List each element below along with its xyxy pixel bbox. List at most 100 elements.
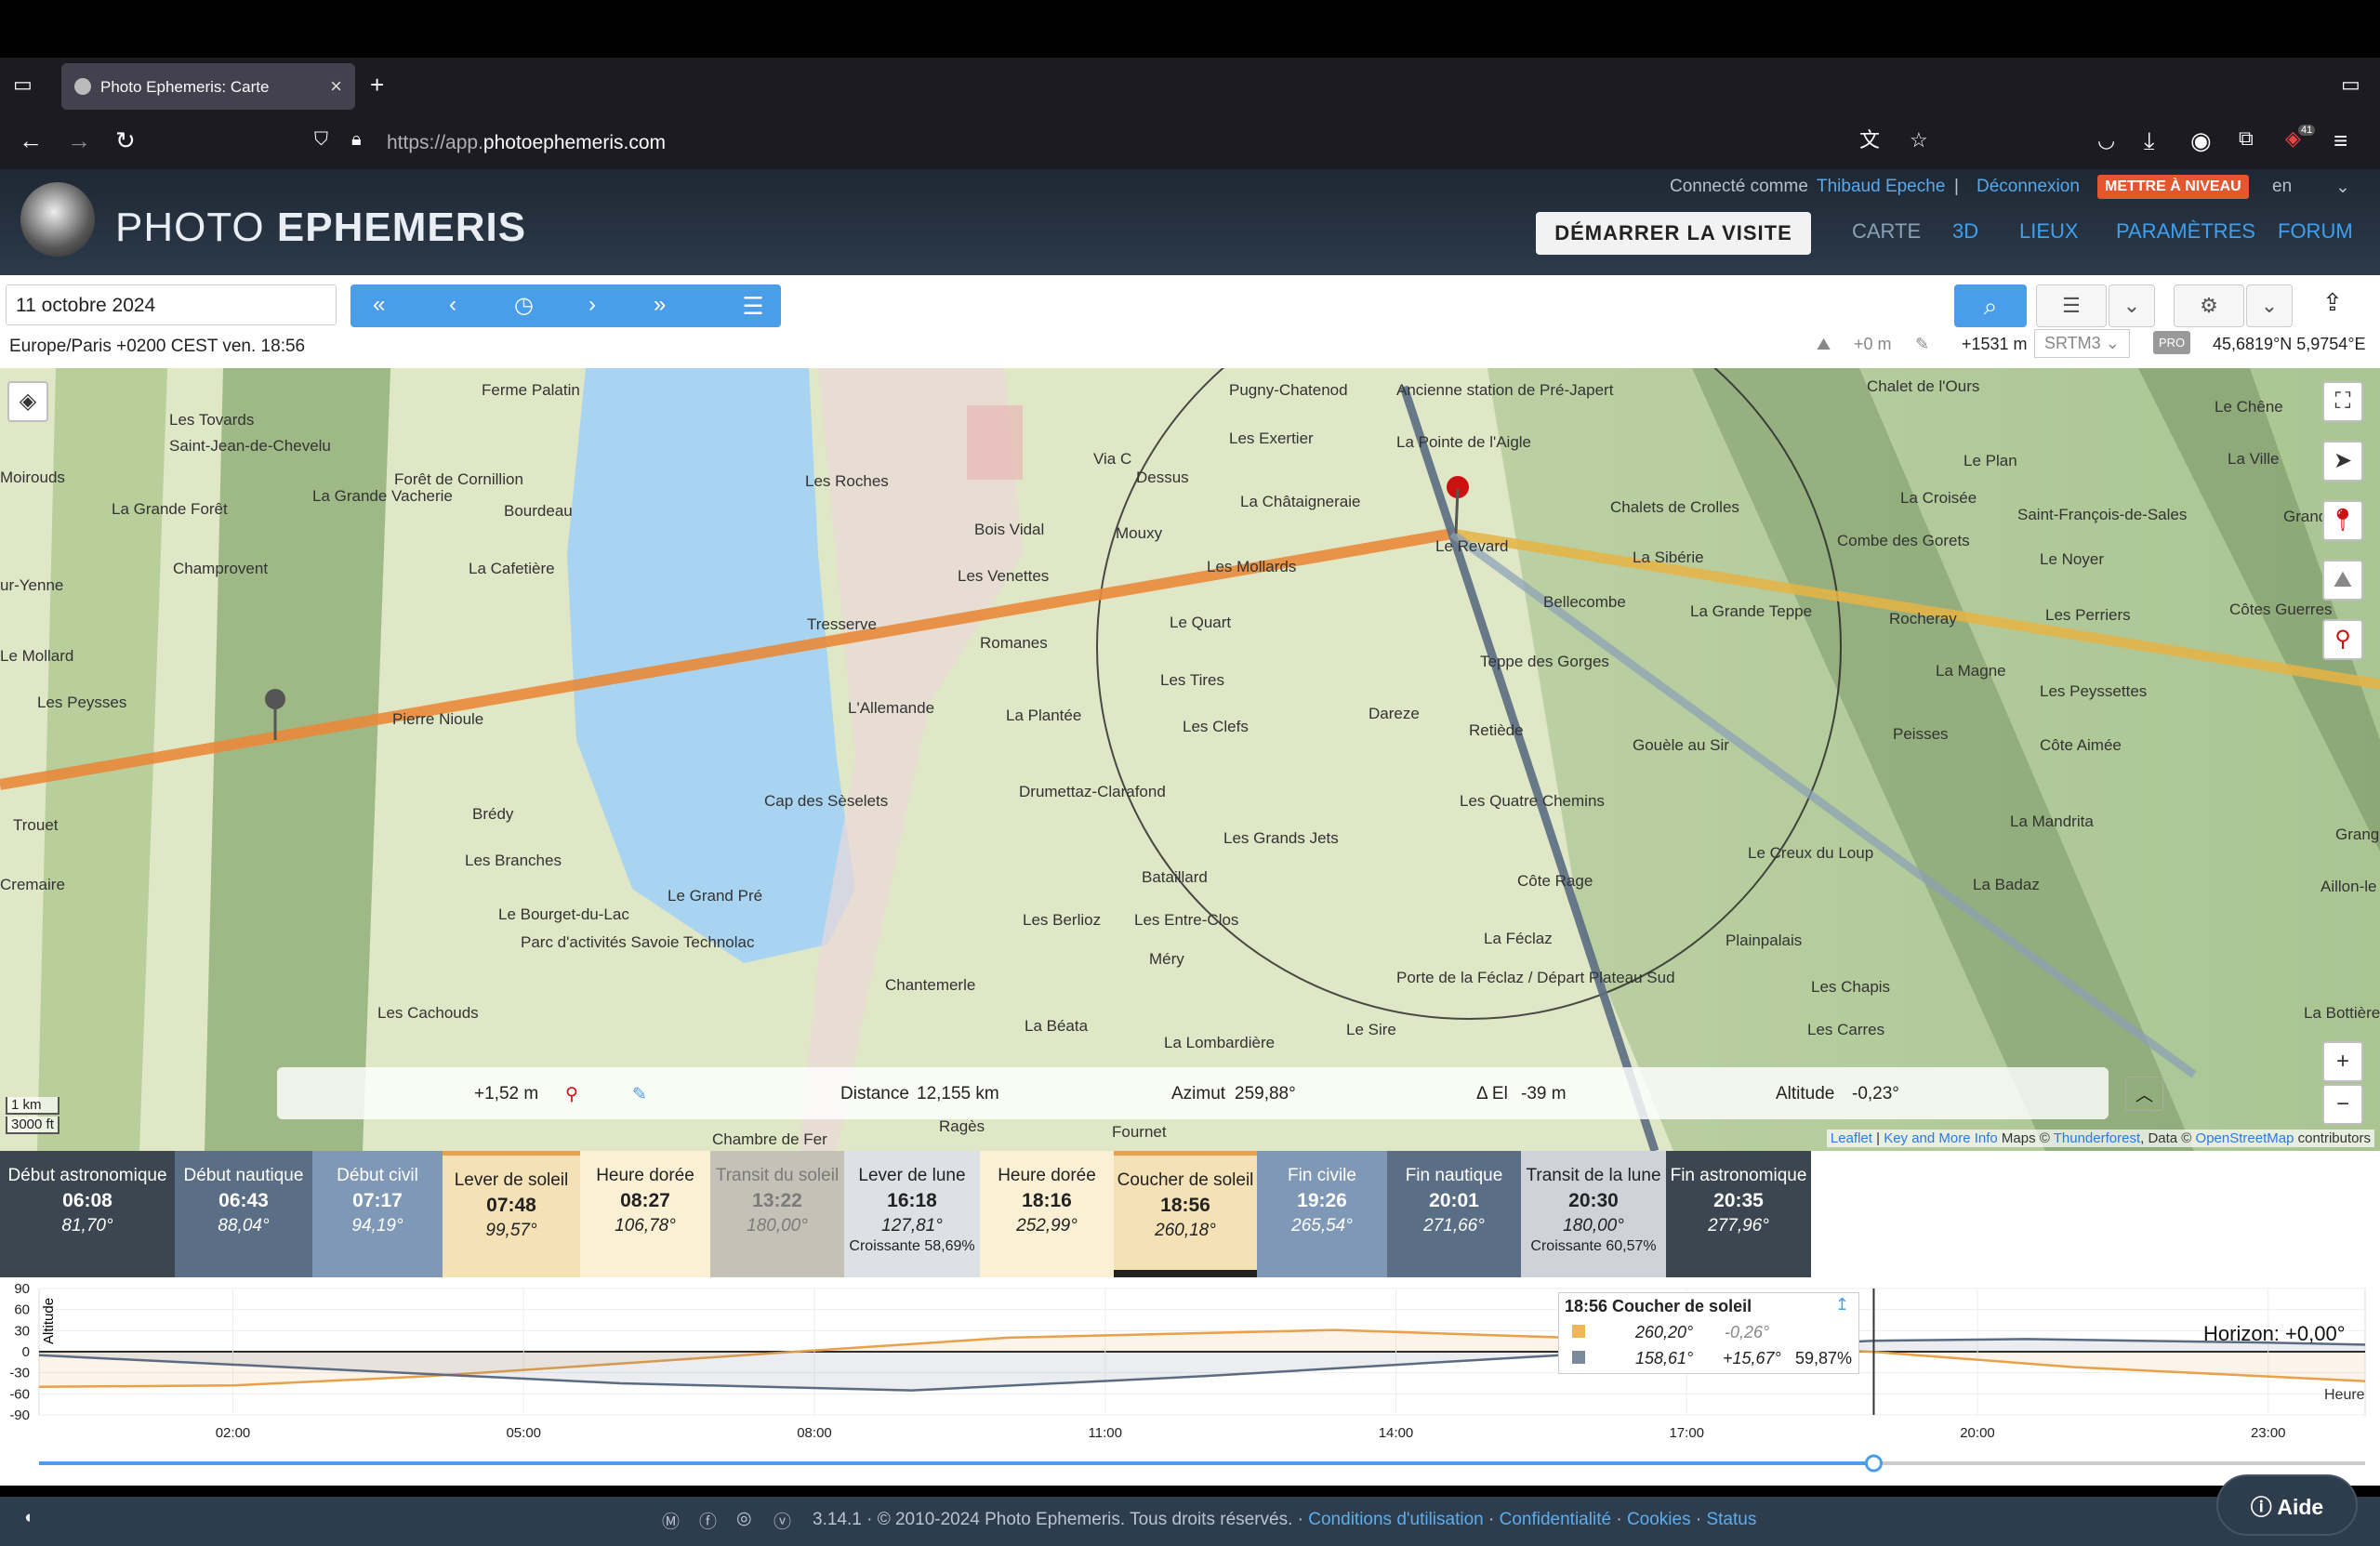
logout-link[interactable]: Déconnexion bbox=[1977, 177, 2080, 197]
event-tile[interactable]: Transit du soleil 13:22 180,00° bbox=[710, 1151, 844, 1277]
sun-swatch bbox=[1572, 1325, 1585, 1338]
shield-icon[interactable]: ⛉ bbox=[314, 130, 328, 149]
instagram-icon[interactable]: ◎ bbox=[736, 1508, 752, 1529]
pin-pair-icon: ⚲ bbox=[565, 1085, 578, 1104]
thunderforest-link[interactable]: Thunderforest bbox=[2054, 1130, 2140, 1146]
key-info-link[interactable]: Key and More Info bbox=[1884, 1130, 1998, 1146]
browser-tab-active[interactable]: Photo Ephemeris: Carte × bbox=[61, 63, 355, 110]
chevron-down-icon[interactable]: ⌄ bbox=[2335, 177, 2350, 198]
nav-parametres[interactable]: PARAMÈTRES bbox=[2116, 219, 2255, 244]
extensions-icon[interactable]: ⧉ bbox=[2239, 128, 2254, 149]
edit-icon[interactable]: ✎ bbox=[632, 1084, 647, 1105]
help-icon: ⓘ bbox=[2250, 1495, 2278, 1519]
leaflet-link[interactable]: Leaflet bbox=[1831, 1130, 1872, 1146]
edit-pencil-icon[interactable]: ✎ bbox=[1915, 335, 1929, 354]
red-pin-icon[interactable]: 📍︎ bbox=[2322, 500, 2363, 541]
url-text[interactable]: https://app.photoephemeris.com bbox=[387, 132, 666, 154]
bookmark-star-icon[interactable]: ☆ bbox=[1910, 130, 1928, 151]
zoom-out-icon[interactable]: − bbox=[2322, 1084, 2363, 1125]
chevron-right-icon[interactable]: › bbox=[588, 292, 596, 318]
vimeo-icon[interactable]: ⓥ bbox=[774, 1508, 791, 1533]
layers-dropdown-icon[interactable]: ⌄ bbox=[2109, 284, 2155, 327]
account-icon[interactable]: ◉ bbox=[2190, 128, 2212, 152]
download-icon[interactable]: ⤓ bbox=[2144, 128, 2155, 152]
menu-icon[interactable]: ≡ bbox=[2334, 128, 2347, 152]
translate-icon[interactable]: 文 bbox=[1859, 130, 1880, 151]
event-tile[interactable]: Fin astronomique 20:35 277,96° bbox=[1666, 1151, 1811, 1277]
chevron-left-icon[interactable]: ‹ bbox=[449, 292, 456, 318]
event-tile[interactable]: Fin nautique 20:01 271,66° bbox=[1387, 1151, 1521, 1277]
browser-tab-bar: ▭ Photo Ephemeris: Carte × + ▭ bbox=[0, 58, 2380, 115]
window-list-icon[interactable]: ▭ bbox=[2341, 74, 2360, 95]
double-right-icon[interactable]: » bbox=[654, 292, 666, 318]
map-place-label: Dessus bbox=[1136, 469, 1189, 486]
grey-pin-icon[interactable]: ⛰ bbox=[2322, 560, 2363, 601]
map-place-label: Chantemerle bbox=[885, 976, 976, 994]
help-button[interactable]: ⓘ Aide bbox=[2216, 1474, 2358, 1536]
event-tile[interactable]: Lever de soleil 07:48 99,57° bbox=[443, 1151, 580, 1277]
language-select[interactable]: en bbox=[2272, 177, 2292, 197]
back-icon[interactable]: ← bbox=[19, 128, 43, 152]
event-name: Fin nautique bbox=[1405, 1166, 1503, 1185]
map-place-label: Via C bbox=[1093, 450, 1132, 468]
search-icon[interactable]: ⌕ bbox=[1954, 284, 2027, 327]
nav-3d[interactable]: 3D bbox=[1952, 219, 1978, 244]
status-link[interactable]: Status bbox=[1706, 1510, 1756, 1529]
terms-link[interactable]: Conditions d'utilisation bbox=[1308, 1510, 1483, 1529]
dem-select[interactable]: SRTM3 ⌄ bbox=[2034, 329, 2130, 358]
privacy-link[interactable]: Confidentialité bbox=[1500, 1510, 1611, 1529]
clock-icon[interactable]: ◷ bbox=[514, 292, 534, 319]
event-tile[interactable]: Début astronomique 06:08 81,70° bbox=[0, 1151, 175, 1277]
tooltip-pin-icon[interactable]: ↥ bbox=[1835, 1295, 1849, 1315]
new-tab-icon[interactable]: + bbox=[370, 73, 384, 97]
event-tile[interactable]: Coucher de soleil 18:56 260,18° bbox=[1114, 1151, 1257, 1277]
event-tile[interactable]: Fin civile 19:26 265,54° bbox=[1257, 1151, 1387, 1277]
event-name: Fin civile bbox=[1288, 1166, 1356, 1185]
pocket-icon[interactable]: ◡ bbox=[2097, 130, 2115, 151]
lock-icon[interactable]: 🔒︎ bbox=[351, 130, 362, 149]
layers-icon[interactable]: ◈ bbox=[7, 381, 48, 422]
mastodon-icon[interactable]: Ⓜ bbox=[662, 1508, 680, 1533]
profile-icon[interactable]: ︿ bbox=[2125, 1077, 2164, 1111]
share-icon[interactable]: ⇪ bbox=[2322, 290, 2343, 314]
nav-forum[interactable]: FORUM bbox=[2278, 219, 2353, 244]
url-bar[interactable]: ⛉ 🔒︎ https://app.photoephemeris.com 文 ☆ bbox=[305, 121, 1978, 164]
altitude-chart[interactable]: 90 60 30 0 -30 -60 -90 02:00 05:00 08:00 11:00 14:0… bbox=[0, 1277, 2380, 1486]
mountain-offset-icon[interactable]: ⛰ bbox=[1817, 335, 1831, 354]
close-tab-icon[interactable]: × bbox=[330, 74, 342, 99]
nav-carte[interactable]: CARTE bbox=[1852, 219, 1921, 244]
double-left-icon[interactable]: « bbox=[373, 292, 385, 318]
event-tile[interactable]: Lever de lune 16:18 127,81° Croissante 58,6… bbox=[844, 1151, 980, 1277]
event-tile[interactable]: Début nautique 06:43 88,04° bbox=[175, 1151, 312, 1277]
cookies-link[interactable]: Cookies bbox=[1627, 1510, 1691, 1529]
settings-dropdown-icon[interactable]: ⌄ bbox=[2246, 284, 2293, 327]
event-tile[interactable]: Transit de la lune 20:30 180,00° Croissante… bbox=[1521, 1151, 1666, 1277]
app-logo-text[interactable]: PHOTO EPHEMERIS bbox=[115, 205, 526, 251]
layers-list-icon[interactable]: ☰ bbox=[2036, 284, 2107, 327]
event-azimuth: 81,70° bbox=[61, 1216, 113, 1235]
upgrade-button[interactable]: METTRE À NIVEAU bbox=[2097, 175, 2249, 199]
event-tile[interactable]: Heure dorée 18:16 252,99° bbox=[980, 1151, 1114, 1277]
forward-icon[interactable]: → bbox=[67, 128, 91, 152]
map-place-label: Drumettaz-Clarafond bbox=[1019, 783, 1166, 800]
nav-lieux[interactable]: LIEUX bbox=[2019, 219, 2079, 244]
gear-icon[interactable]: ⚙ bbox=[2174, 284, 2244, 327]
date-input[interactable]: 11 octobre 2024 bbox=[6, 284, 337, 325]
pins-tool-icon[interactable]: ⚲ bbox=[2322, 619, 2363, 660]
event-tile[interactable]: Début civil 07:17 94,19° bbox=[312, 1151, 443, 1277]
facebook-icon[interactable]: ⓕ bbox=[699, 1508, 717, 1533]
start-tour-button[interactable]: DÉMARRER LA VISITE bbox=[1536, 212, 1811, 255]
map-place-label: Fournet bbox=[1112, 1123, 1167, 1141]
help-label: Aide bbox=[2277, 1495, 2324, 1519]
list-icon[interactable]: ☰ bbox=[725, 284, 781, 327]
map-view[interactable]: Ferme Palatin Pugny-Chatenod Ancienne stat… bbox=[0, 368, 2380, 1151]
locate-icon[interactable]: ➤ bbox=[2322, 441, 2363, 482]
osm-link[interactable]: OpenStreetMap bbox=[2196, 1130, 2294, 1146]
user-link[interactable]: Thibaud Epeche bbox=[1817, 177, 1945, 197]
fullscreen-icon[interactable]: ⛶ bbox=[2322, 381, 2363, 422]
app-ribbon-icon[interactable]: ◖ bbox=[22, 1508, 33, 1528]
reload-icon[interactable]: ↻ bbox=[115, 128, 136, 152]
event-tile[interactable]: Heure dorée 08:27 106,78° bbox=[580, 1151, 710, 1277]
tab-overview-icon[interactable]: ▭ bbox=[13, 74, 33, 95]
zoom-in-icon[interactable]: + bbox=[2322, 1041, 2363, 1082]
